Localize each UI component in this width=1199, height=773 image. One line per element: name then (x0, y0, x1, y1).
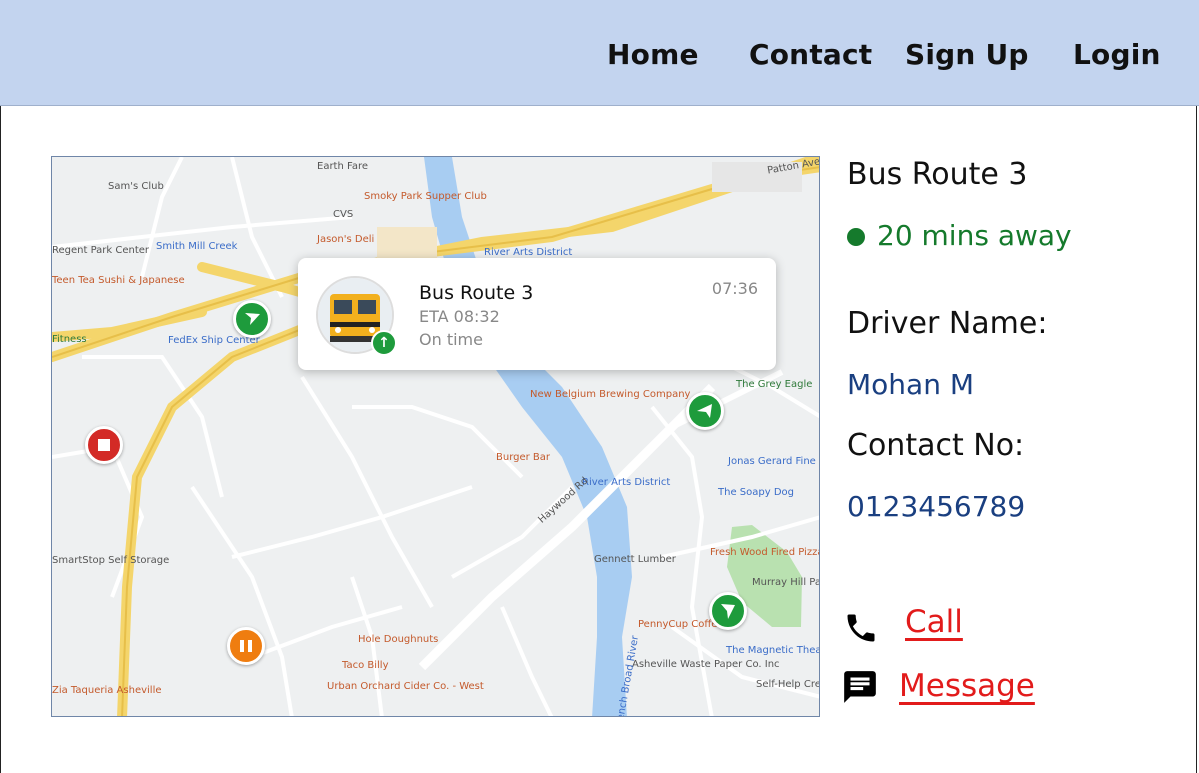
popup-time: 07:36 (711, 279, 758, 298)
map-label: The Magnetic Theatre (726, 645, 819, 656)
top-navigation: Home Contact Sign Up Login (0, 0, 1199, 106)
map-label: New Belgium Brewing Company (530, 389, 691, 400)
popup-status: On time (419, 330, 483, 349)
nav-contact-link[interactable]: Contact (749, 38, 872, 71)
bus-info-popup[interactable]: ↑ Bus Route 3 ETA 08:32 On time 07:36 (298, 258, 776, 370)
map-label: Teen Tea Sushi & Japanese (52, 275, 185, 286)
arrow-up-icon: ↑ (371, 330, 397, 356)
map-label: Fresh Wood Fired Pizza West (710, 547, 819, 558)
popup-eta: ETA 08:32 (419, 307, 500, 326)
map-label: Urban Orchard Cider Co. - West (327, 681, 484, 692)
map-label: Murray Hill Park (752, 577, 820, 588)
status-dot-icon (847, 228, 865, 246)
map-label: Self-Help Credit (756, 679, 820, 690)
nav-sign-up-link[interactable]: Sign Up (905, 38, 1029, 71)
map-label: Smoky Park Supper Club (364, 191, 487, 202)
map-label: Burger Bar (496, 452, 551, 463)
phone-icon[interactable] (841, 610, 881, 650)
map-label: The Soapy Dog (718, 487, 794, 498)
route-title: Bus Route 3 (847, 157, 1028, 192)
map-label: Jason's Deli (317, 234, 375, 245)
map-label: River Arts District (582, 477, 671, 488)
arrival-status: 20 mins away (877, 219, 1072, 252)
bus-marker-green-icon[interactable] (709, 592, 747, 630)
message-link[interactable]: Message (899, 668, 1035, 704)
map-label: River Arts District (484, 247, 573, 258)
map-label: Sam's Club (108, 181, 164, 192)
bus-marker-green-icon[interactable] (233, 300, 271, 338)
popup-title: Bus Route 3 (419, 282, 534, 304)
contact-number-value: 0123456789 (847, 490, 1026, 523)
map-label: Asheville Waste Paper Co. Inc (632, 659, 780, 670)
driver-name-label: Driver Name: (847, 306, 1048, 341)
contact-number-label: Contact No: (847, 428, 1025, 463)
map-label: The Grey Eagle (736, 379, 813, 390)
map-label: Smith Mill Creek (156, 241, 238, 252)
message-icon[interactable] (841, 668, 879, 710)
nav-home-link[interactable]: Home (607, 38, 699, 71)
map-label: Taco Billy (342, 660, 389, 671)
map-label: Earth Fare (317, 161, 369, 172)
route-map[interactable]: Earth Fare Sam's Club Smoky Park Supper … (51, 156, 820, 717)
map-label: Gennett Lumber (594, 554, 676, 565)
map-label: Jonas Gerard Fine (728, 456, 816, 467)
map-label: CVS (333, 209, 354, 220)
driver-name-value: Mohan M (847, 368, 974, 401)
call-link[interactable]: Call (905, 604, 963, 640)
map-label: Hole Doughnuts (358, 634, 439, 645)
map-label: SmartStop Self Storage (52, 555, 170, 566)
stop-marker-icon[interactable] (85, 426, 123, 464)
map-label: Regent Park Center (52, 245, 150, 256)
map-label: Fitness (52, 334, 87, 345)
bus-marker-green-icon[interactable] (686, 392, 724, 430)
nav-login-link[interactable]: Login (1073, 38, 1161, 71)
map-label: Zia Taqueria Asheville (52, 685, 162, 696)
paused-marker-icon[interactable] (227, 627, 265, 665)
